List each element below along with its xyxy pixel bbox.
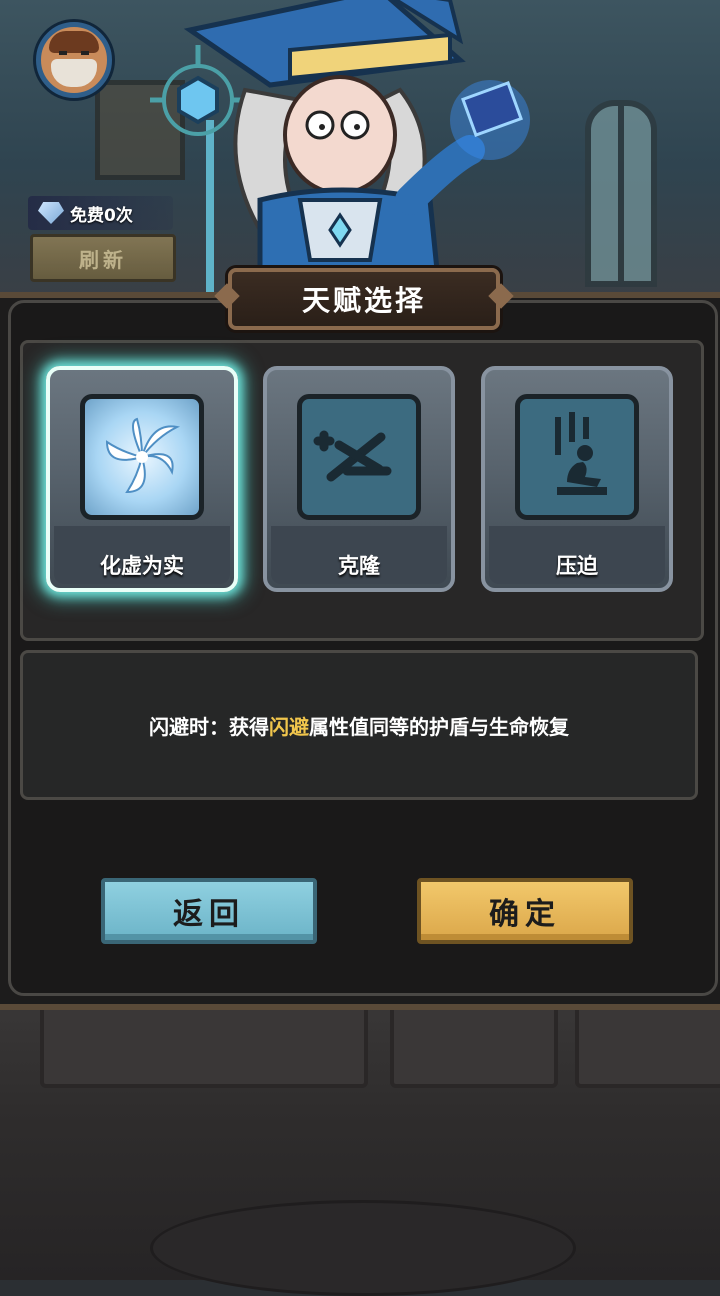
talent-description: 闪避时：获得 闪避 属性值同等的护盾与生命恢复: [20, 650, 698, 800]
talent-name: 化虚为实: [100, 554, 184, 578]
player-avatar[interactable]: [36, 22, 112, 98]
background-window: [585, 100, 657, 287]
swirl-icon: [80, 394, 204, 520]
back-button[interactable]: 返回: [101, 878, 317, 944]
diamond-icon: [38, 202, 64, 224]
free-refresh-text: 免费0次: [70, 205, 133, 226]
refresh-button[interactable]: 刷新: [30, 234, 176, 282]
background-wall-block: [575, 1000, 720, 1088]
panel-title: 天赋选择: [228, 268, 500, 330]
dna-icon: [297, 394, 421, 520]
description-prefix: 闪避时：获得: [149, 714, 269, 739]
free-refresh-counter: 免费0次: [28, 196, 173, 230]
talent-card-1[interactable]: 化虚为实: [46, 366, 238, 592]
talent-card-3[interactable]: 压迫: [481, 366, 673, 592]
confirm-button[interactable]: 确定: [417, 878, 633, 944]
background-floor-pit: [150, 1200, 576, 1296]
kneeling-figure-icon: [515, 394, 639, 520]
background-wall-block: [390, 1000, 558, 1088]
description-suffix: 属性值同等的护盾与生命恢复: [309, 714, 569, 739]
background-wall-block: [40, 1000, 368, 1088]
talent-card-2[interactable]: 克隆: [263, 366, 455, 592]
talent-name: 压迫: [556, 554, 598, 578]
description-highlight: 闪避: [269, 714, 309, 739]
wizard-character: [150, 0, 530, 300]
talent-name: 克隆: [338, 554, 380, 578]
